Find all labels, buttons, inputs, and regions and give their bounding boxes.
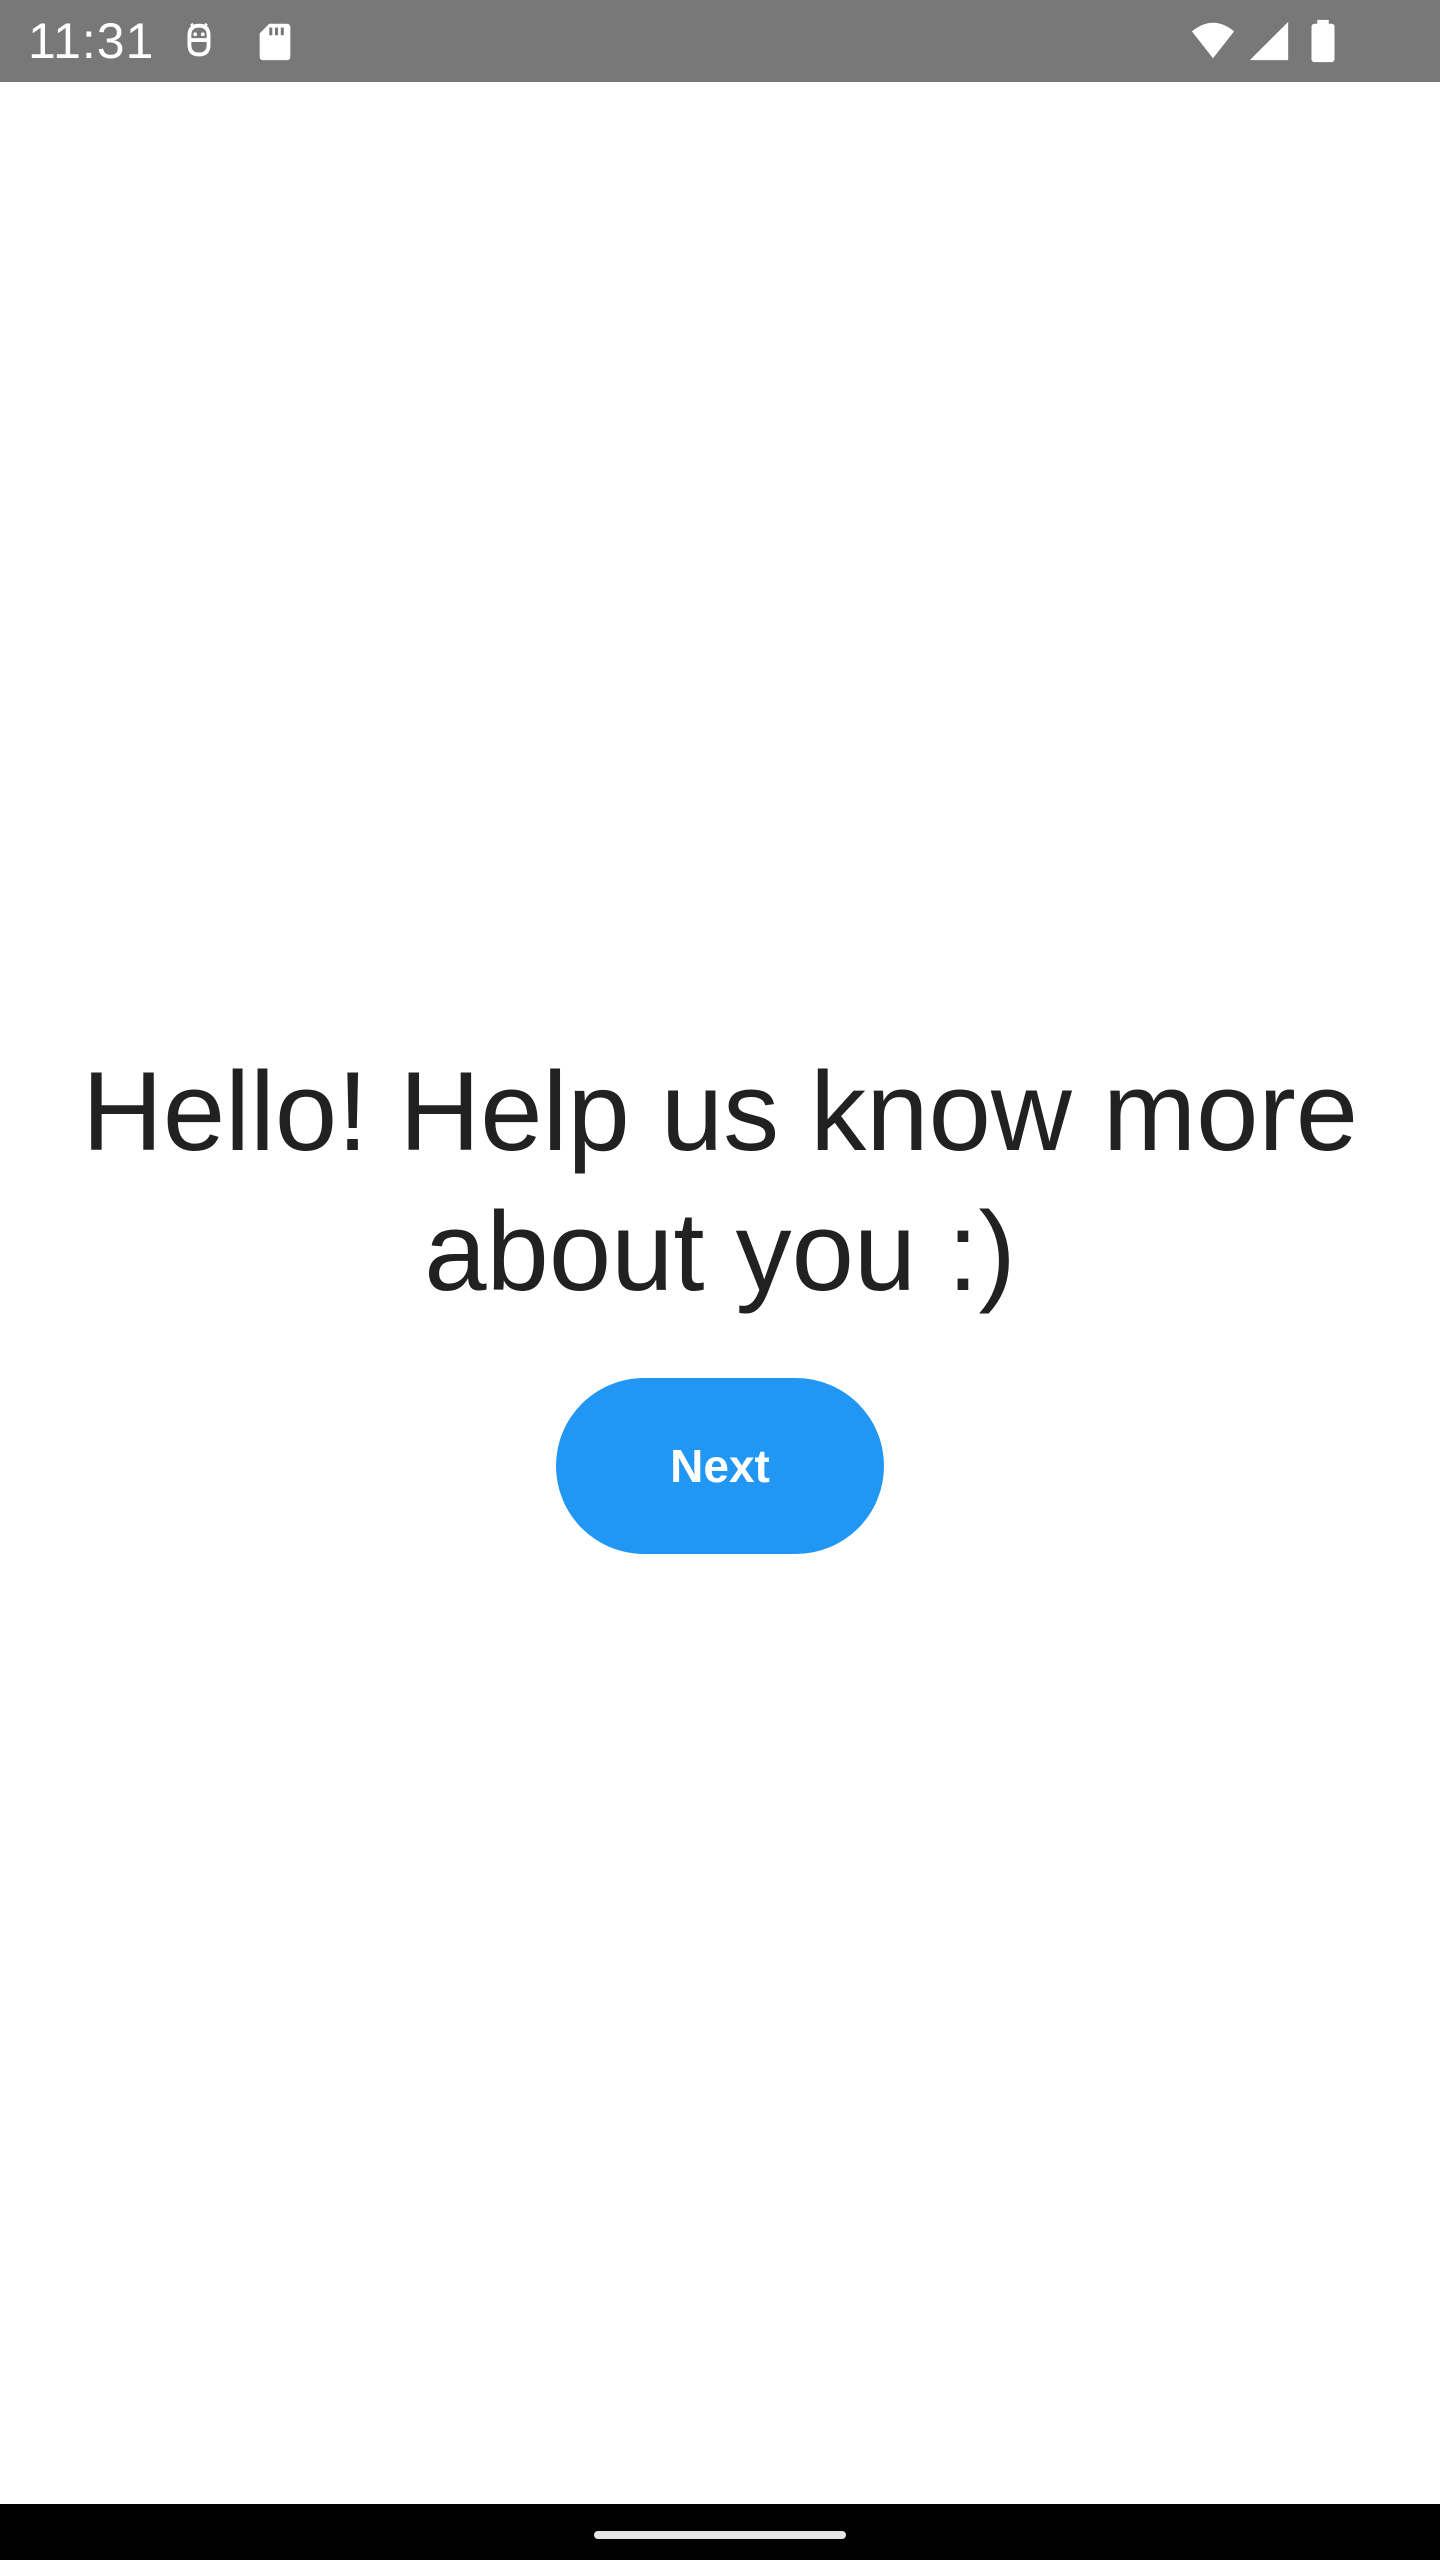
android-debug-icon xyxy=(176,18,222,64)
sd-card-icon xyxy=(252,18,298,64)
navigation-bar xyxy=(0,2504,1440,2560)
battery-icon xyxy=(1306,18,1340,64)
status-time: 11:31 xyxy=(28,13,155,69)
wifi-icon xyxy=(1186,18,1240,64)
home-gesture-handle[interactable] xyxy=(594,2531,846,2539)
next-button[interactable]: Next xyxy=(556,1378,884,1554)
status-bar: 11:31 xyxy=(0,0,1440,82)
page-title: Hello! Help us know more about you :) xyxy=(81,1049,1359,1314)
cellular-signal-icon xyxy=(1246,18,1292,64)
main-content: Hello! Help us know more about you :) Ne… xyxy=(0,82,1440,2504)
